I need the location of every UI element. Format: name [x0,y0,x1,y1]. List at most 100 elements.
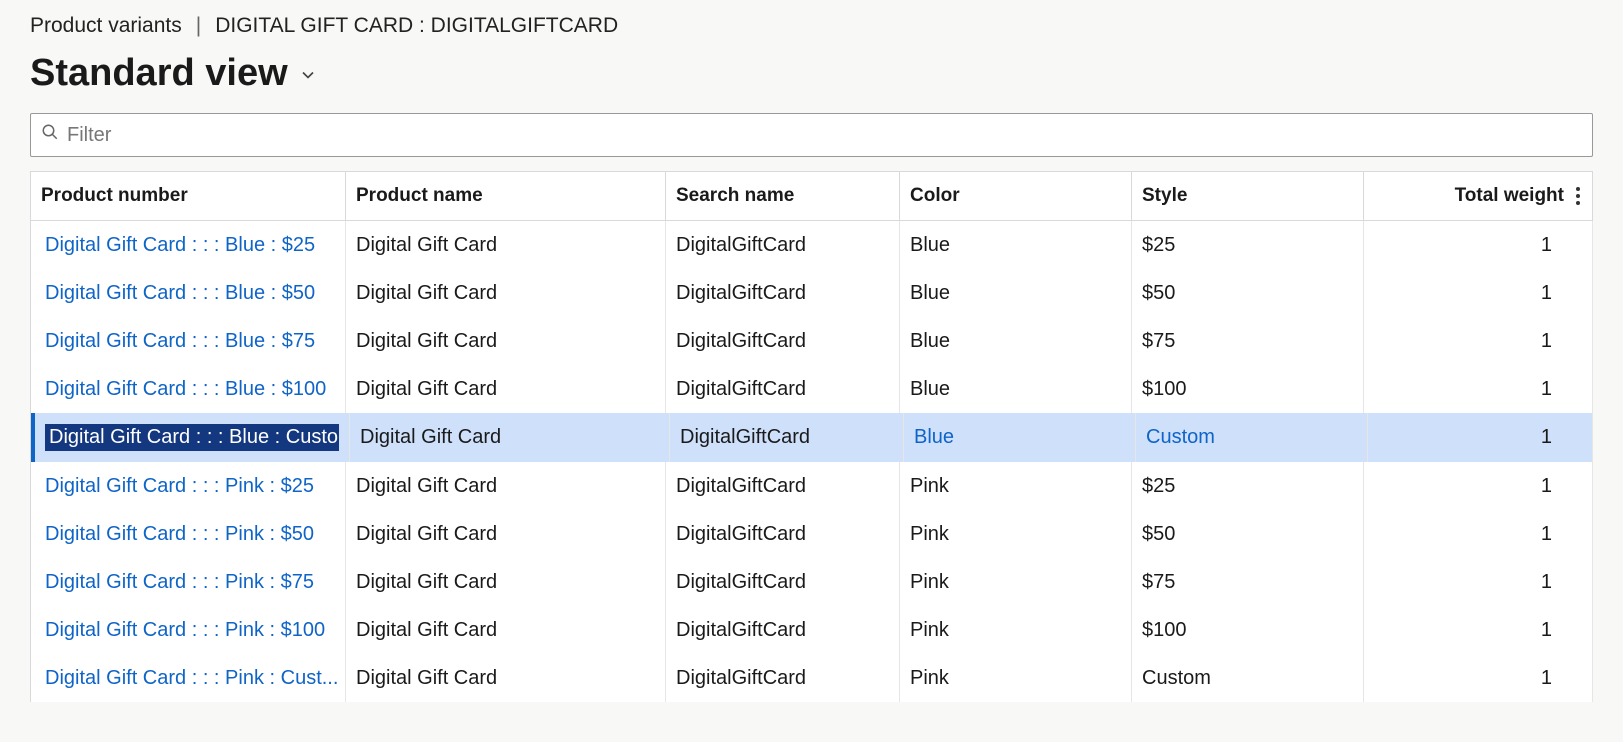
cell-style[interactable]: $75 [1132,317,1364,365]
column-header-color[interactable]: Color [900,172,1132,220]
column-header-product-number[interactable]: Product number [31,172,346,220]
cell-product-number[interactable]: Digital Gift Card : : : Pink : $75 [31,558,346,606]
product-number-link[interactable]: Digital Gift Card : : : Blue : $100 [45,378,326,401]
breadcrumb-separator: | [196,14,201,38]
cell-product-name: Digital Gift Card [346,269,666,317]
product-number-link[interactable]: Digital Gift Card : : : Blue : $25 [45,234,315,257]
cell-color[interactable]: Blue [900,269,1132,317]
cell-product-name: Digital Gift Card [346,317,666,365]
product-number-link[interactable]: Digital Gift Card : : : Pink : Cust... [45,667,338,690]
product-number-link[interactable]: Digital Gift Card : : : Pink : $75 [45,571,314,594]
cell-product-name: Digital Gift Card [346,365,666,413]
cell-total-weight: 1 [1364,221,1593,269]
grid-header-row: Product number Product name Search name … [31,172,1593,221]
cell-total-weight: 1 [1364,654,1593,702]
cell-product-number[interactable]: Digital Gift Card : : : Blue : Custom [35,413,350,462]
cell-style[interactable]: $50 [1132,510,1364,558]
cell-total-weight: 1 [1364,462,1593,510]
cell-search-name: DigitalGiftCard [666,510,900,558]
cell-product-number[interactable]: Digital Gift Card : : : Pink : Cust... [31,654,346,702]
table-row[interactable]: Digital Gift Card : : : Pink : $100 Digit… [31,606,1593,654]
cell-product-name: Digital Gift Card [346,462,666,510]
table-row[interactable]: Digital Gift Card : : : Blue : $100 Digit… [31,365,1593,413]
cell-color[interactable]: Blue [900,221,1132,269]
cell-product-name: Digital Gift Card [346,606,666,654]
cell-product-name: Digital Gift Card [350,413,670,462]
cell-total-weight: 1 [1364,510,1593,558]
table-row[interactable]: Digital Gift Card : : : Blue : $25 Digita… [31,221,1593,269]
cell-product-name: Digital Gift Card [346,654,666,702]
cell-product-number[interactable]: Digital Gift Card : : : Blue : $75 [31,317,346,365]
cell-style[interactable]: $50 [1132,269,1364,317]
product-variants-grid: Product number Product name Search name … [30,171,1593,702]
cell-search-name: DigitalGiftCard [666,221,900,269]
table-row[interactable]: Digital Gift Card : : : Blue : $75 Digita… [31,317,1593,365]
cell-total-weight: 1 [1368,413,1593,462]
cell-total-weight: 1 [1364,317,1593,365]
column-header-search-name[interactable]: Search name [666,172,900,220]
cell-search-name: DigitalGiftCard [666,462,900,510]
cell-total-weight: 1 [1364,558,1593,606]
table-row[interactable]: Digital Gift Card : : : Pink : Cust... Di… [31,654,1593,702]
cell-product-number[interactable]: Digital Gift Card : : : Pink : $100 [31,606,346,654]
breadcrumb: Product variants | DIGITAL GIFT CARD : D… [30,14,1593,38]
cell-style[interactable]: $75 [1132,558,1364,606]
product-number-link[interactable]: Digital Gift Card : : : Blue : $50 [45,282,315,305]
cell-product-number[interactable]: Digital Gift Card : : : Blue : $100 [31,365,346,413]
cell-search-name: DigitalGiftCard [670,413,904,462]
table-row[interactable]: Digital Gift Card : : : Pink : $25 Digita… [31,462,1593,510]
cell-product-number[interactable]: Digital Gift Card : : : Blue : $25 [31,221,346,269]
cell-total-weight: 1 [1364,365,1593,413]
cell-search-name: DigitalGiftCard [666,654,900,702]
chevron-down-icon[interactable] [298,56,318,92]
product-number-link[interactable]: Digital Gift Card : : : Pink : $50 [45,523,314,546]
cell-search-name: DigitalGiftCard [666,558,900,606]
cell-color[interactable]: Pink [900,558,1132,606]
cell-style[interactable]: $100 [1132,365,1364,413]
cell-product-number[interactable]: Digital Gift Card : : : Blue : $50 [31,269,346,317]
column-header-total-weight-label: Total weight [1455,185,1564,207]
cell-color[interactable]: Blue [900,365,1132,413]
cell-color[interactable]: Pink [900,510,1132,558]
filter-box[interactable] [30,113,1593,157]
search-icon [41,123,59,147]
cell-total-weight: 1 [1364,606,1593,654]
cell-search-name: DigitalGiftCard [666,269,900,317]
table-row[interactable]: Digital Gift Card : : : Pink : $75 Digita… [31,558,1593,606]
table-row[interactable]: Digital Gift Card : : : Pink : $50 Digita… [31,510,1593,558]
table-row[interactable]: Digital Gift Card : : : Blue : Custom Dig… [31,413,1593,462]
column-header-product-name[interactable]: Product name [346,172,666,220]
product-number-link[interactable]: Digital Gift Card : : : Blue : $75 [45,330,315,353]
cell-style[interactable]: $25 [1132,221,1364,269]
product-number-link[interactable]: Digital Gift Card : : : Pink : $25 [45,475,314,498]
cell-product-name: Digital Gift Card [346,221,666,269]
cell-color[interactable]: Pink [900,606,1132,654]
product-number-link[interactable]: Digital Gift Card : : : Blue : Custom [45,424,339,451]
breadcrumb-root[interactable]: Product variants [30,14,182,38]
filter-input[interactable] [59,118,1582,153]
cell-total-weight: 1 [1364,269,1593,317]
column-header-total-weight[interactable]: Total weight [1364,172,1593,220]
cell-product-name: Digital Gift Card [346,558,666,606]
cell-color[interactable]: Blue [904,413,1136,462]
cell-product-number[interactable]: Digital Gift Card : : : Pink : $50 [31,510,346,558]
more-vertical-icon[interactable] [1572,183,1584,209]
cell-color[interactable]: Pink [900,462,1132,510]
cell-search-name: DigitalGiftCard [666,606,900,654]
page-title: Standard view [30,52,288,95]
view-title-row[interactable]: Standard view [30,52,1593,95]
table-row[interactable]: Digital Gift Card : : : Blue : $50 Digita… [31,269,1593,317]
cell-style[interactable]: $25 [1132,462,1364,510]
cell-style[interactable]: Custom [1132,654,1364,702]
cell-search-name: DigitalGiftCard [666,365,900,413]
column-header-style[interactable]: Style [1132,172,1364,220]
cell-search-name: DigitalGiftCard [666,317,900,365]
cell-style[interactable]: $100 [1132,606,1364,654]
cell-product-number[interactable]: Digital Gift Card : : : Pink : $25 [31,462,346,510]
cell-color[interactable]: Pink [900,654,1132,702]
cell-style[interactable]: Custom [1136,413,1368,462]
breadcrumb-item[interactable]: DIGITAL GIFT CARD : DIGITALGIFTCARD [215,14,618,38]
product-number-link[interactable]: Digital Gift Card : : : Pink : $100 [45,619,325,642]
cell-color[interactable]: Blue [900,317,1132,365]
cell-product-name: Digital Gift Card [346,510,666,558]
